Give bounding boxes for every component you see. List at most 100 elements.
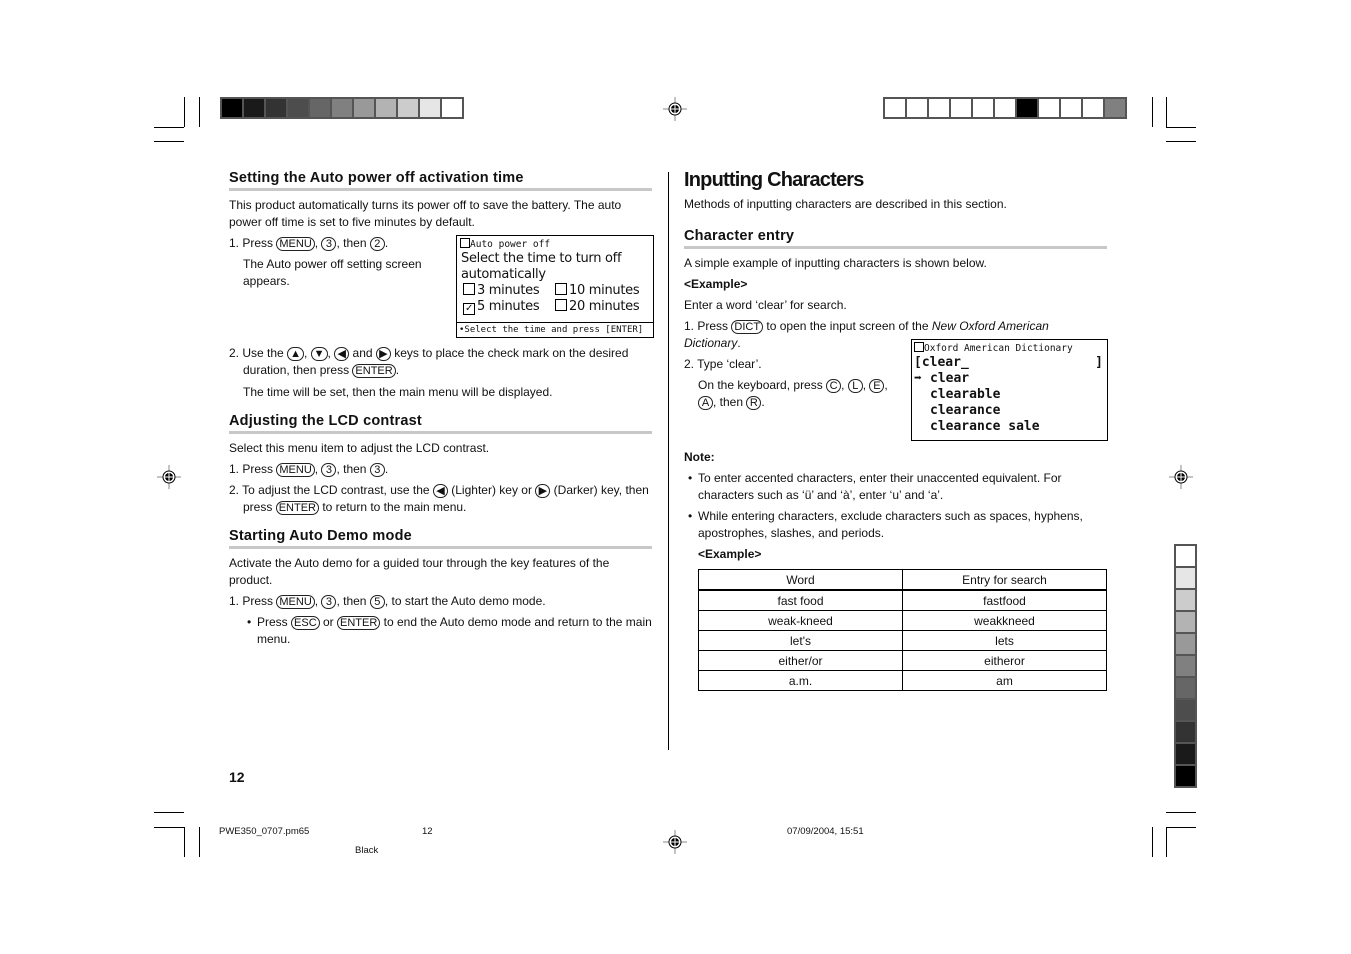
left-key: ◀ — [334, 347, 350, 361]
lcd-option: ✓ 5 minutes — [463, 299, 540, 315]
auto-demo-intro: Activate the Auto demo for a guided tour… — [229, 556, 610, 587]
crop-mark — [1166, 827, 1196, 828]
crop-mark — [184, 97, 185, 127]
example-text: Enter a word ‘clear’ for search. — [684, 298, 847, 312]
registration-mark-icon — [1169, 465, 1193, 489]
registration-mark-icon — [157, 465, 181, 489]
crop-mark — [1152, 827, 1153, 857]
table-header-row: Word Entry for search — [698, 569, 1107, 591]
key-3: 3 — [369, 463, 385, 477]
lcd-result-item: clearance sale — [930, 419, 1040, 434]
color-swatch — [1039, 99, 1059, 117]
color-swatch — [1176, 590, 1195, 610]
key-2: 2 — [369, 237, 385, 251]
crop-mark — [199, 827, 200, 857]
registration-mark-icon — [663, 97, 687, 121]
lcd-option: 20 minutes — [555, 299, 647, 315]
checkbox-icon — [914, 342, 924, 352]
color-swatch — [1017, 99, 1037, 117]
checkbox-icon — [463, 283, 475, 295]
table-cell: weakkneed — [902, 610, 1107, 631]
lcd-header: Auto power off — [457, 236, 653, 251]
color-swatch — [1176, 568, 1195, 588]
key-3: 3 — [321, 237, 337, 251]
color-swatch — [442, 99, 462, 117]
enter-key: ENTER — [352, 364, 396, 378]
table-row: let's lets — [698, 630, 1107, 651]
color-swatch — [1105, 99, 1125, 117]
lcd-result-item: ➡ clear — [914, 371, 970, 386]
lcd-options: 3 minutes 10 minutes ✓ 5 minutes 20 minutes — [457, 283, 653, 315]
key-3: 3 — [321, 463, 337, 477]
color-swatch — [332, 99, 352, 117]
color-swatch — [973, 99, 993, 117]
note-section: Note: To enter accented characters, ente… — [684, 449, 1107, 563]
crop-mark — [184, 827, 185, 857]
lcd-prompt: Select the time to turn off automaticall… — [461, 251, 622, 282]
crop-mark — [154, 812, 184, 813]
checkbox-icon — [555, 299, 567, 311]
table-cell: weak-kneed — [698, 610, 903, 631]
lcd-contrast-step-1: 1. Press MENU, 3, then 3. — [229, 462, 389, 477]
color-swatch — [222, 99, 242, 117]
table-row: a.m. am — [698, 670, 1107, 691]
section-title-lcd-contrast: Adjusting the LCD contrast — [229, 413, 652, 434]
section-title-character-entry: Character entry — [684, 228, 1107, 249]
down-key: ▼ — [310, 347, 328, 361]
lcd-option: 10 minutes — [555, 283, 647, 299]
swatch-bar-right — [1174, 544, 1197, 788]
auto-power-intro: This product automatically turns its pow… — [229, 198, 622, 229]
crop-mark — [1152, 97, 1153, 127]
color-swatch — [398, 99, 418, 117]
color-swatch — [1176, 766, 1195, 786]
crop-mark — [1166, 827, 1167, 857]
table-cell: fastfood — [902, 589, 1107, 611]
arrow-right-icon: ➡ — [914, 371, 922, 386]
lcd-result-item: clearance — [930, 403, 1001, 418]
lcd-footer: •Select the time and press [ENTER] — [457, 322, 653, 337]
note-example-label: <Example> — [698, 547, 762, 561]
color-swatch — [929, 99, 949, 117]
lcd-results-list: ➡ clear clearable clearance clearance sale — [912, 371, 1107, 435]
page-title: Inputting Characters — [684, 169, 864, 191]
right-key: ▶ — [535, 484, 551, 498]
key-a: A — [698, 396, 713, 410]
example-label: <Example> — [684, 277, 748, 291]
section-title-auto-power: Setting the Auto power off activation ti… — [229, 170, 652, 191]
lcd-input-value: clear_ — [921, 355, 969, 370]
crop-mark — [199, 97, 200, 127]
menu-key: MENU — [276, 237, 315, 251]
example-table: Word Entry for search fast food fastfood w… — [698, 569, 1107, 691]
color-swatch — [1176, 678, 1195, 698]
lcd-input-field: [clear_ ] — [914, 355, 1103, 370]
crop-mark — [1166, 127, 1196, 128]
table-row: weak-kneed weakkneed — [698, 610, 1107, 631]
color-swatch — [1176, 612, 1195, 632]
checked-box-icon: ✓ — [463, 303, 475, 315]
page-number: 12 — [229, 769, 245, 785]
lcd-result-item: clearable — [930, 387, 1001, 402]
color-swatch — [266, 99, 286, 117]
footer-color: Black — [355, 845, 379, 856]
table-cell: fast food — [698, 589, 903, 611]
lcd-option: 3 minutes — [463, 283, 555, 299]
crop-mark — [1166, 812, 1196, 813]
key-5: 5 — [369, 595, 385, 609]
section-title-auto-demo: Starting Auto Demo mode — [229, 528, 652, 549]
crop-mark — [154, 127, 184, 128]
key-c: C — [826, 379, 842, 393]
color-swatch — [1176, 656, 1195, 676]
menu-key: MENU — [276, 463, 315, 477]
color-swatch — [907, 99, 927, 117]
key-e: E — [869, 379, 885, 393]
checkbox-icon — [555, 283, 567, 295]
color-swatch — [244, 99, 264, 117]
color-swatch — [885, 99, 905, 117]
char-entry-step-2-note: On the keyboard, press C, L, E, A, then … — [698, 378, 888, 410]
footer-filename: PWE350_0707.pm65 — [219, 826, 310, 837]
table-cell: eitheror — [902, 650, 1107, 671]
crop-mark — [154, 827, 184, 828]
color-swatch — [995, 99, 1015, 117]
crop-mark — [1166, 141, 1196, 142]
auto-power-step-1-note: The Auto power off setting screen appear… — [243, 257, 422, 288]
